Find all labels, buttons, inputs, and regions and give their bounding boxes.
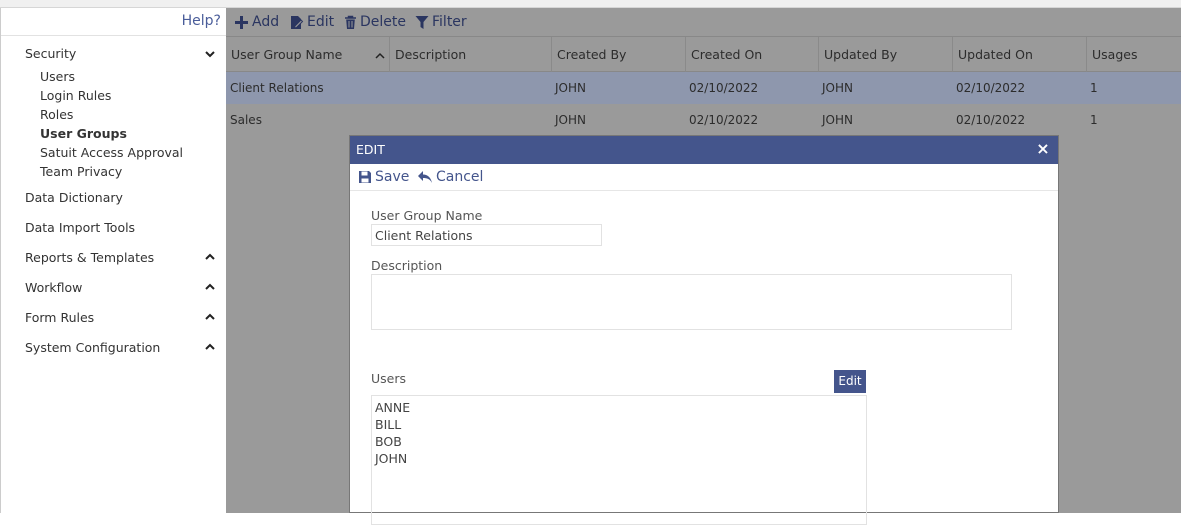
column-header-usages[interactable]: Usages	[1086, 37, 1181, 73]
cell-updated-on: 02/10/2022	[956, 81, 1026, 95]
chevron-down-icon[interactable]	[205, 48, 215, 58]
window-top-strip	[0, 0, 1181, 8]
edit-label: Edit	[307, 14, 335, 30]
sort-ascending-icon[interactable]	[375, 50, 385, 60]
grid-toolbar: Add Edit Delete Filter	[226, 8, 1181, 36]
list-item: ANNE	[375, 400, 411, 415]
sidebar-item-login-rules[interactable]: Login Rules	[40, 88, 111, 103]
close-icon[interactable]: ×	[1036, 141, 1050, 157]
sidebar-section-data-dictionary[interactable]: Data Dictionary	[25, 190, 123, 205]
sidebar-item-roles[interactable]: Roles	[40, 107, 73, 122]
list-item: BOB	[375, 434, 402, 449]
column-header-created-on[interactable]: Created On	[685, 37, 818, 73]
cell-user-group-name: Sales	[230, 113, 262, 127]
plus-icon	[235, 15, 248, 29]
save-button[interactable]: Save	[358, 168, 409, 186]
filter-icon	[415, 15, 429, 29]
edit-dialog: EDIT × Save Cancel User Group Name Descr…	[349, 135, 1059, 525]
table-row[interactable]: Client Relations JOHN 02/10/2022 JOHN 02…	[226, 72, 1181, 104]
list-item: JOHN	[375, 451, 408, 466]
column-header-description[interactable]: Description	[389, 37, 553, 73]
dialog-title: EDIT	[356, 142, 385, 157]
cell-usages: 1	[1090, 81, 1098, 95]
sidebar-item-satuit-access-approval[interactable]: Satuit Access Approval	[40, 145, 183, 160]
column-header-user-group-name[interactable]: User Group Name	[226, 37, 369, 73]
sidebar-section-system-configuration[interactable]: System Configuration	[25, 340, 160, 355]
table-row[interactable]: Sales JOHN 02/10/2022 JOHN 02/10/2022 1	[226, 104, 1181, 136]
delete-label: Delete	[360, 14, 406, 30]
cell-user-group-name: Client Relations	[230, 81, 324, 95]
sidebar-section-form-rules[interactable]: Form Rules	[25, 310, 94, 325]
description-textarea[interactable]	[371, 274, 1012, 330]
column-header-created-by[interactable]: Created By	[551, 37, 685, 73]
users-label: Users	[371, 371, 407, 386]
users-list: ANNE BILL BOB JOHN	[371, 395, 867, 525]
save-label: Save	[375, 169, 410, 185]
edit-document-icon	[291, 15, 304, 29]
cancel-button[interactable]: Cancel	[417, 168, 483, 186]
chevron-up-icon[interactable]	[205, 281, 215, 291]
cell-created-by: JOHN	[555, 113, 586, 127]
column-header-updated-by[interactable]: Updated By	[818, 37, 952, 73]
cell-updated-by: JOHN	[822, 113, 853, 127]
dialog-toolbar: Save Cancel	[350, 164, 1058, 191]
sidebar-section-workflow[interactable]: Workflow	[25, 280, 82, 295]
column-header-updated-on[interactable]: Updated On	[952, 37, 1086, 73]
add-label: Add	[252, 14, 280, 30]
cell-created-on: 02/10/2022	[689, 81, 759, 95]
grid-header: User Group Name Description Created By C…	[226, 36, 1181, 73]
dialog-title-bar: EDIT ×	[350, 136, 1058, 164]
sidebar-item-users[interactable]: Users	[40, 69, 75, 84]
cell-usages: 1	[1090, 113, 1098, 127]
delete-button[interactable]: Delete	[344, 13, 406, 31]
list-item: BILL	[375, 417, 402, 432]
sidebar-section-data-import-tools[interactable]: Data Import Tools	[25, 220, 135, 235]
sidebar-section-reports-templates[interactable]: Reports & Templates	[25, 250, 154, 265]
add-button[interactable]: Add	[234, 13, 279, 31]
chevron-up-icon[interactable]	[205, 311, 215, 321]
cell-updated-by: JOHN	[822, 81, 853, 95]
cancel-label: Cancel	[436, 169, 484, 185]
users-edit-button[interactable]: Edit	[834, 370, 866, 393]
cell-updated-on: 02/10/2022	[956, 113, 1026, 127]
help-link[interactable]: Help?	[182, 13, 221, 29]
trash-icon	[345, 15, 356, 29]
description-label: Description	[371, 258, 443, 273]
chevron-up-icon[interactable]	[205, 341, 215, 351]
chevron-up-icon[interactable]	[205, 251, 215, 261]
sidebar-section-security[interactable]: Security	[25, 46, 76, 61]
sidebar-item-user-groups[interactable]: User Groups	[40, 126, 127, 141]
sidebar: Help? Security Users Login Rules Roles U…	[0, 8, 227, 513]
save-icon	[359, 171, 371, 183]
filter-button[interactable]: Filter	[415, 13, 467, 31]
undo-arrow-icon	[418, 171, 432, 183]
filter-label: Filter	[432, 14, 467, 30]
user-group-name-input[interactable]	[371, 224, 602, 246]
edit-button[interactable]: Edit	[289, 13, 334, 31]
user-group-name-label: User Group Name	[371, 208, 483, 223]
cell-created-on: 02/10/2022	[689, 113, 759, 127]
help-bar: Help?	[1, 8, 227, 36]
sidebar-item-team-privacy[interactable]: Team Privacy	[40, 164, 122, 179]
cell-created-by: JOHN	[555, 81, 586, 95]
